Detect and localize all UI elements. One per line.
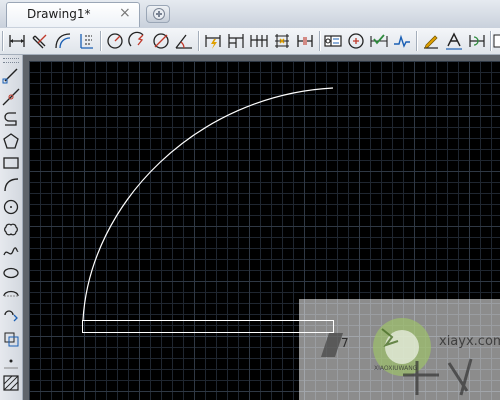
watermark-logo: xiayx.com XIAOXIUWANG bbox=[321, 318, 500, 396]
baseline-dimension-icon[interactable] bbox=[225, 30, 247, 52]
document-tab-bar: Drawing1* × bbox=[0, 0, 500, 29]
make-block-icon[interactable] bbox=[1, 329, 21, 349]
dimension-edit-icon[interactable] bbox=[420, 30, 442, 52]
linear-dimension-icon[interactable] bbox=[6, 30, 28, 52]
site-watermark: xiayx.com XIAOXIUWANG 7 bbox=[299, 299, 500, 400]
dimension-break-icon[interactable] bbox=[294, 30, 316, 52]
dimension-update-icon[interactable] bbox=[466, 30, 488, 52]
tolerance-icon[interactable] bbox=[322, 30, 344, 52]
inspection-icon[interactable] bbox=[368, 30, 390, 52]
jogged-linear-icon[interactable] bbox=[391, 30, 413, 52]
ellipse-arc-icon[interactable] bbox=[1, 285, 21, 305]
tab-close-icon[interactable]: × bbox=[119, 5, 131, 21]
dimension-text-edit-icon[interactable] bbox=[443, 30, 465, 52]
svg-text:xiayx.com: xiayx.com bbox=[439, 334, 500, 349]
angular-dimension-icon[interactable] bbox=[173, 30, 195, 52]
rectangle-icon[interactable] bbox=[1, 153, 21, 173]
new-tab-button[interactable] bbox=[146, 5, 170, 23]
insert-block-icon[interactable] bbox=[1, 307, 21, 327]
construction-line-icon[interactable] bbox=[1, 87, 21, 107]
arc-icon[interactable] bbox=[1, 175, 21, 195]
line-icon[interactable] bbox=[1, 65, 21, 85]
quick-dimension-icon[interactable] bbox=[202, 30, 224, 52]
plus-icon bbox=[153, 8, 165, 20]
toolbar-grip-icon[interactable] bbox=[3, 58, 19, 63]
circle-icon[interactable] bbox=[1, 197, 21, 217]
draw-toolbar bbox=[0, 55, 23, 400]
dimension-space-icon[interactable] bbox=[271, 30, 293, 52]
tab-drawing1-label: Drawing1* bbox=[27, 7, 91, 21]
polygon-icon[interactable] bbox=[1, 131, 21, 151]
point-icon[interactable] bbox=[1, 351, 21, 371]
ellipse-icon[interactable] bbox=[1, 263, 21, 283]
revision-cloud-icon[interactable] bbox=[1, 219, 21, 239]
spline-icon[interactable] bbox=[1, 241, 21, 261]
continue-dimension-icon[interactable] bbox=[248, 30, 270, 52]
polyline-icon[interactable] bbox=[1, 109, 21, 129]
svg-text:XIAOXIUWANG: XIAOXIUWANG bbox=[374, 365, 418, 372]
tab-drawing1[interactable]: Drawing1* × bbox=[6, 2, 140, 27]
center-mark-icon[interactable] bbox=[345, 30, 367, 52]
watermark-char: 7 bbox=[341, 336, 349, 350]
jogged-radius-icon[interactable] bbox=[127, 30, 149, 52]
toolbar-overflow-icon[interactable] bbox=[493, 30, 500, 52]
aligned-dimension-icon[interactable] bbox=[29, 30, 51, 52]
ordinate-dimension-icon[interactable] bbox=[75, 30, 97, 52]
hatch-icon[interactable] bbox=[1, 373, 21, 393]
arc-length-icon[interactable] bbox=[52, 30, 74, 52]
diameter-dimension-icon[interactable] bbox=[150, 30, 172, 52]
radius-dimension-icon[interactable] bbox=[104, 30, 126, 52]
dimension-toolbar bbox=[0, 28, 500, 55]
